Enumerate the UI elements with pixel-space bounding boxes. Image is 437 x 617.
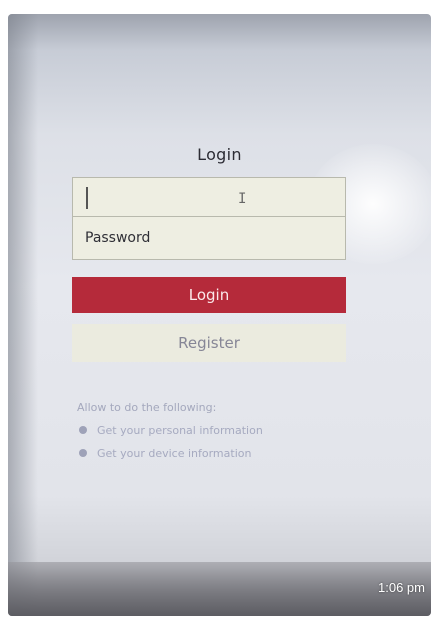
bullet-icon — [79, 449, 87, 457]
text-caret — [86, 187, 88, 209]
username-input[interactable]: I — [72, 177, 346, 217]
timestamp: 1:06 pm — [378, 580, 425, 595]
permission-item: Get your personal information — [79, 424, 263, 437]
password-placeholder: Password — [85, 230, 151, 246]
bullet-icon — [79, 426, 87, 434]
bottom-shadow-bar — [8, 562, 431, 616]
register-button[interactable]: Register — [72, 324, 346, 362]
ibeam-cursor-icon: I — [238, 191, 247, 207]
permission-label: Get your device information — [97, 447, 252, 460]
permissions-heading: Allow to do the following: — [77, 401, 217, 414]
permission-label: Get your personal information — [97, 424, 263, 437]
photo-frame: Login I Password Login Register Allow to… — [8, 14, 431, 616]
login-title: Login — [197, 145, 242, 164]
permission-item: Get your device information — [79, 447, 251, 460]
password-input[interactable]: Password — [72, 217, 346, 260]
login-button[interactable]: Login — [72, 277, 346, 313]
vignette — [8, 14, 38, 616]
